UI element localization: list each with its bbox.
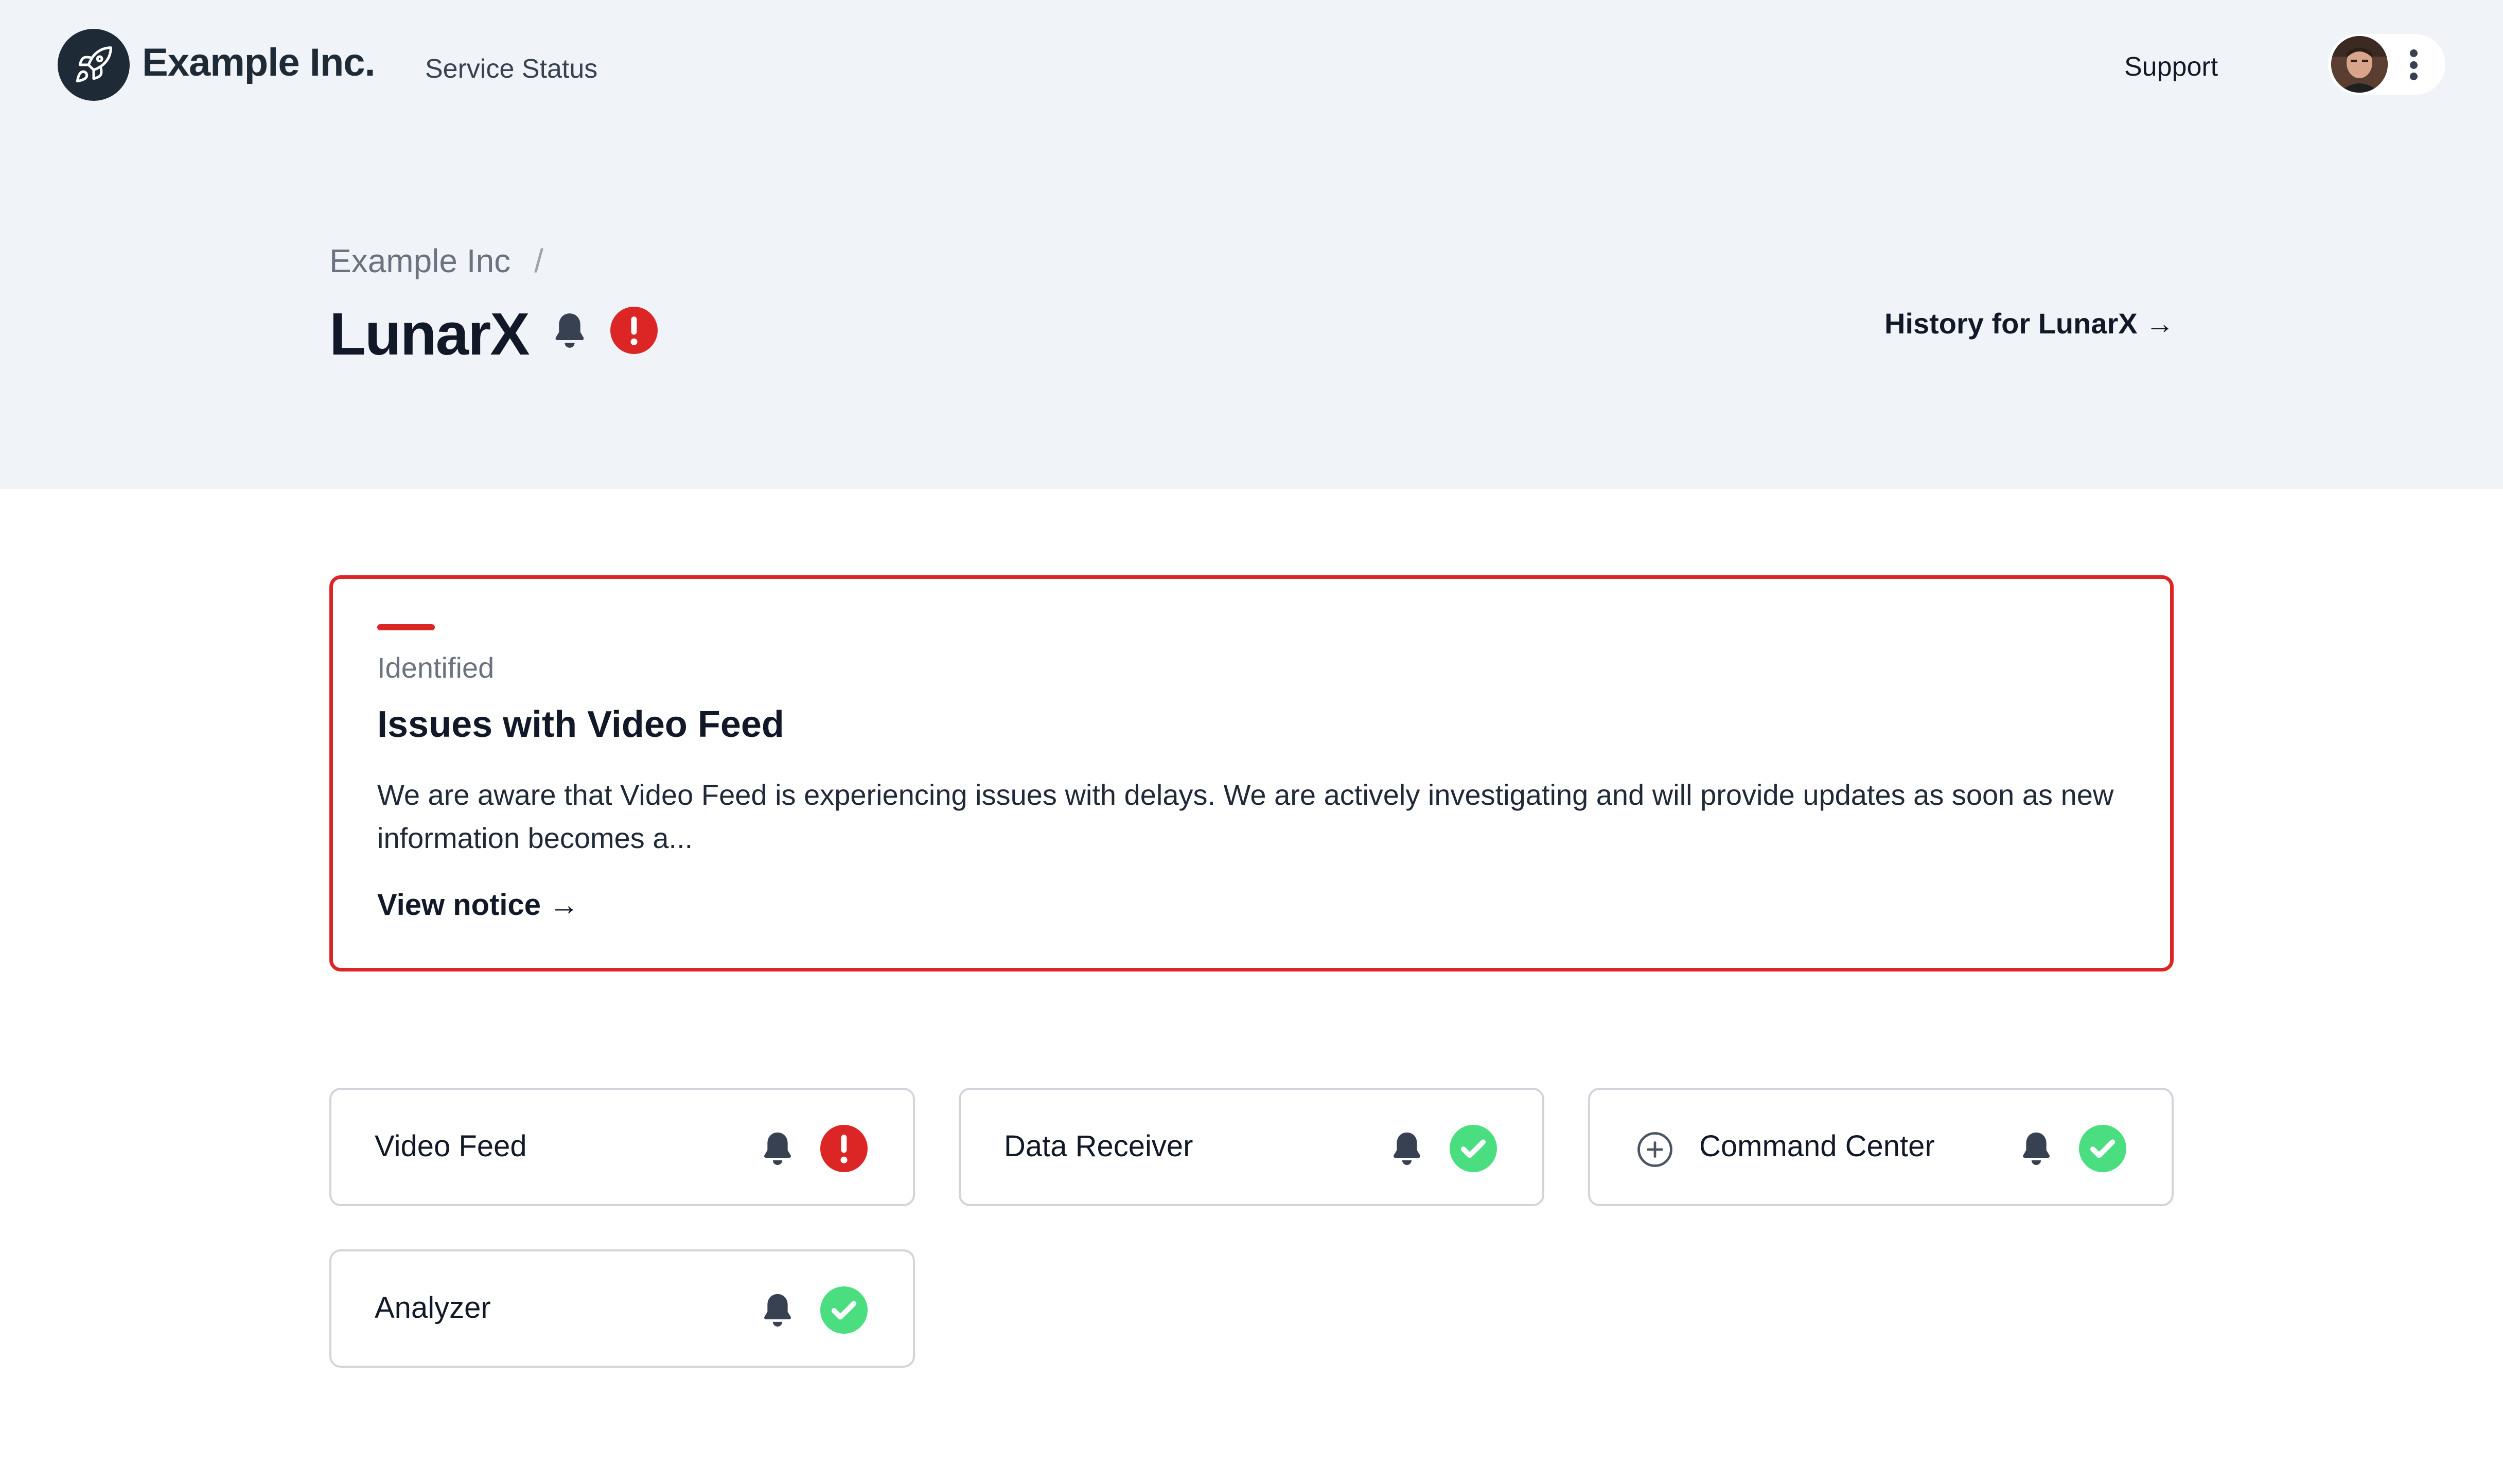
nav-link-service-status[interactable]: Service Status [425,54,597,84]
outage-status-icon [610,307,658,354]
outage-status-icon [820,1125,868,1172]
company-logo[interactable] [58,29,130,101]
component-card-video-feed[interactable]: Video Feed [329,1088,915,1206]
view-notice-link[interactable]: View notice → [377,888,579,922]
operational-status-icon [1450,1125,1497,1172]
kebab-menu-icon [2408,49,2419,80]
operational-status-icon [820,1286,868,1334]
subscribe-bell-icon[interactable] [761,1130,795,1167]
breadcrumb-parent[interactable]: Example Inc [329,242,510,279]
subscribe-bell-icon[interactable] [1390,1130,1424,1167]
subscribe-bell-icon[interactable] [761,1292,795,1329]
notice-body: We are aware that Video Feed is experien… [377,779,2114,854]
avatar [2331,36,2388,93]
component-name: Video Feed [375,1129,527,1163]
notice-accent-bar [377,624,435,630]
component-name: Data Receiver [1004,1129,1193,1163]
expand-plus-icon[interactable] [1636,1131,1673,1168]
user-menu-button[interactable] [2328,34,2445,95]
breadcrumb: Example Inc / [329,242,543,280]
breadcrumb-separator: / [534,242,543,279]
subscribe-bell-icon[interactable] [2019,1130,2053,1167]
subscribe-bell-icon[interactable] [552,311,588,350]
component-card-data-receiver[interactable]: Data Receiver [959,1088,1544,1206]
operational-status-icon [2079,1125,2126,1172]
component-name: Analyzer [375,1291,491,1324]
history-link[interactable]: History for LunarX → [1884,307,2174,340]
brand-name[interactable]: Example Inc. [142,40,376,85]
nav-link-support[interactable]: Support [2124,51,2218,82]
incident-notice-card: Identified Issues with Video Feed We are… [329,575,2174,971]
page-title: LunarX [329,301,530,367]
rocket-icon [76,46,112,83]
component-name: Command Center [1699,1129,1935,1163]
notice-status: Identified [377,651,495,684]
component-card-analyzer[interactable]: Analyzer [329,1249,915,1368]
notice-title: Issues with Video Feed [377,704,784,745]
component-card-command-center[interactable]: Command Center [1588,1088,2174,1206]
